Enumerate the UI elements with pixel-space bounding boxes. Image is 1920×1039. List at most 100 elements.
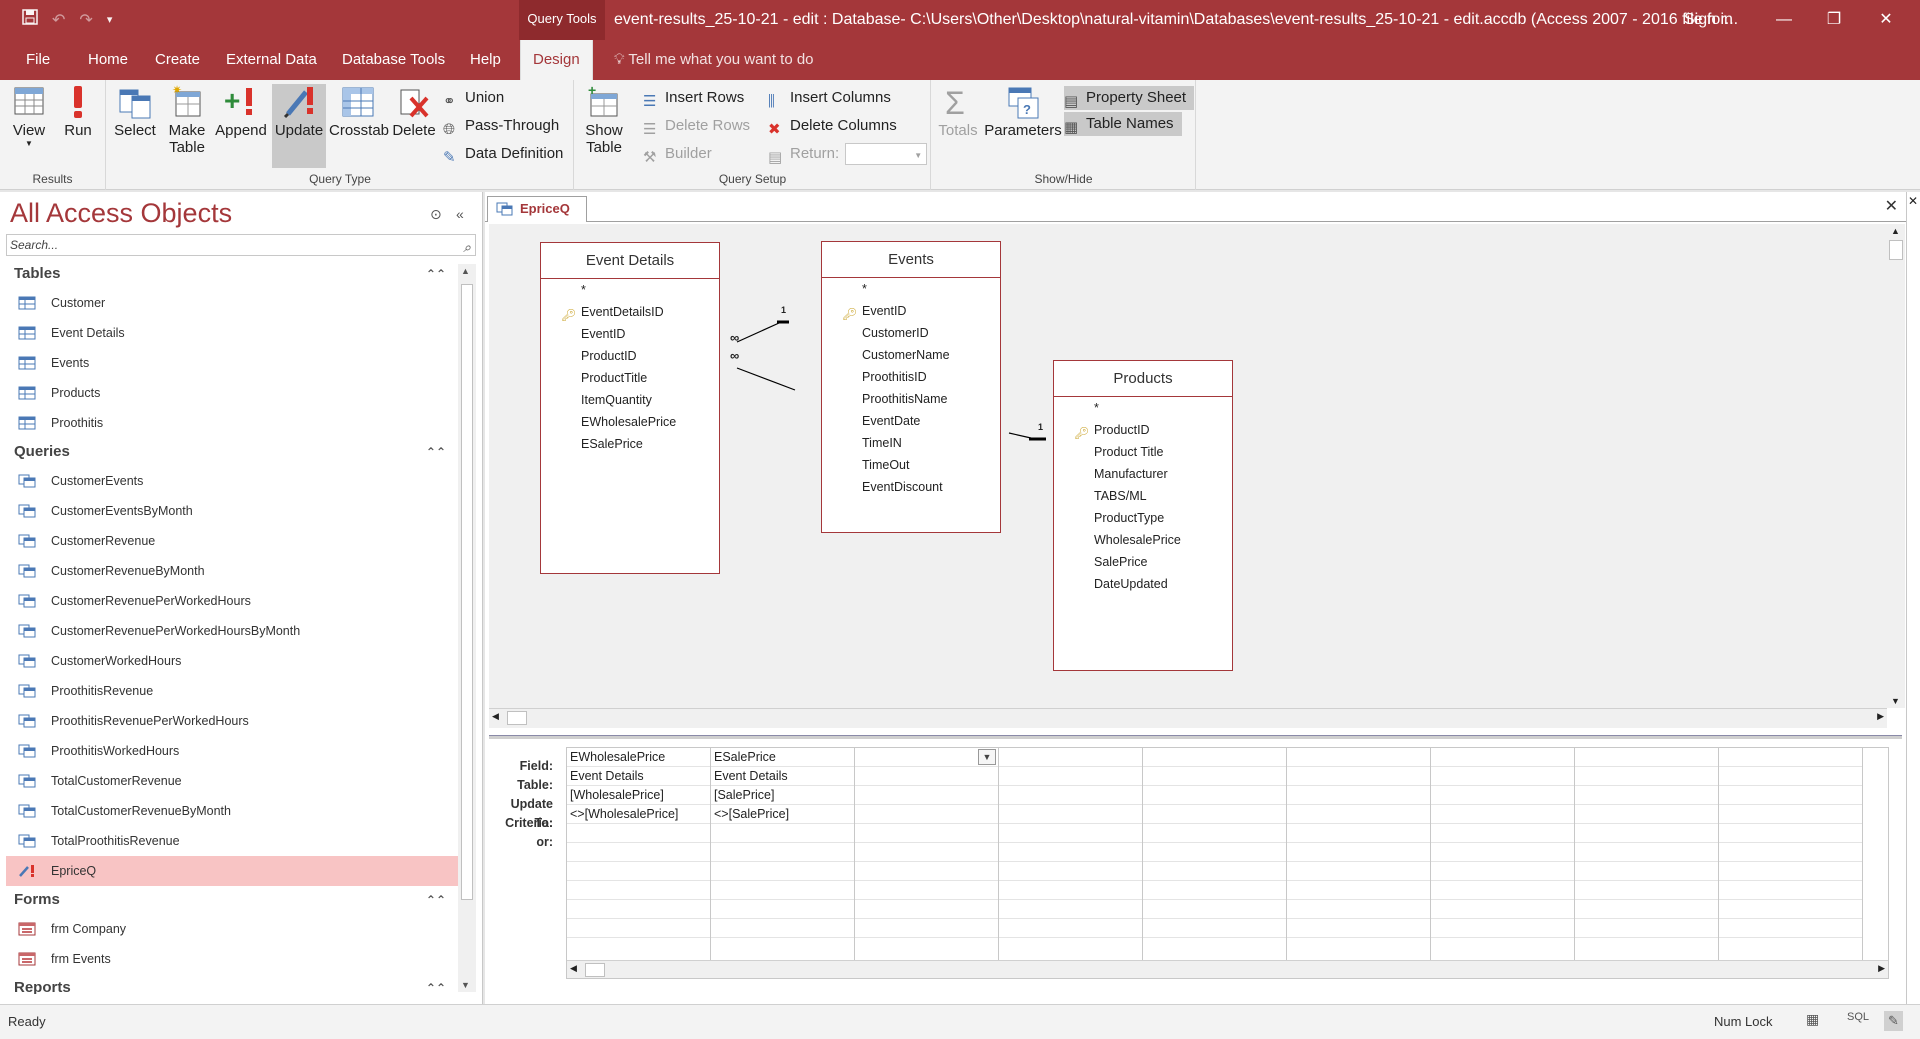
scroll-left-icon[interactable]: ◀ bbox=[492, 711, 499, 722]
nav-pane-title[interactable]: All Access Objects bbox=[10, 198, 232, 229]
qbe-cell-empty[interactable] bbox=[1287, 919, 1430, 938]
qbe-cell-empty[interactable] bbox=[855, 900, 998, 919]
sign-in-link[interactable]: Sign in bbox=[1684, 11, 1733, 29]
qbe-cell-table[interactable] bbox=[1431, 767, 1574, 786]
qbe-cell-or[interactable] bbox=[711, 824, 854, 843]
qbe-cell-empty[interactable] bbox=[1431, 862, 1574, 881]
property-sheet-button[interactable]: ▤ Property Sheet bbox=[1064, 86, 1195, 110]
qbe-cell-empty[interactable] bbox=[711, 900, 854, 919]
qbe-cell-table[interactable]: Event Details bbox=[711, 767, 854, 786]
qbe-cell-table[interactable]: Event Details bbox=[567, 767, 710, 786]
qbe-horizontal-scrollbar[interactable]: ◀ ▶ bbox=[567, 960, 1888, 978]
nav-item-querie[interactable]: CustomerWorkedHours bbox=[6, 646, 458, 676]
qbe-cell-empty[interactable] bbox=[1575, 862, 1718, 881]
make-table-button[interactable]: ✷ Make Table bbox=[163, 84, 211, 168]
qbe-cell-or[interactable] bbox=[1431, 824, 1574, 843]
scroll-up-icon[interactable]: ▲ bbox=[1891, 226, 1900, 236]
qbe-cell-criteria[interactable] bbox=[1431, 805, 1574, 824]
qbe-cell-field[interactable] bbox=[1575, 748, 1718, 767]
field-list-field[interactable]: SalePrice bbox=[1054, 551, 1232, 573]
qbe-cell-criteria[interactable] bbox=[1575, 805, 1718, 824]
field-list-field[interactable]: 🔑︎ EventID bbox=[822, 300, 1000, 322]
qbe-cell-empty[interactable] bbox=[855, 881, 998, 900]
qbe-cell-or[interactable] bbox=[1287, 824, 1430, 843]
field-list-field[interactable]: CustomerID bbox=[822, 322, 1000, 344]
qbe-cell-or[interactable] bbox=[1575, 824, 1718, 843]
scroll-right-icon[interactable]: ▶ bbox=[1878, 963, 1885, 974]
qbe-cell-update-to[interactable] bbox=[1431, 786, 1574, 805]
shutter-bar-close-icon[interactable]: « bbox=[456, 206, 464, 222]
insert-columns-button[interactable]: ⫼ Insert Columns bbox=[768, 86, 891, 110]
nav-item-table[interactable]: Event Details bbox=[6, 318, 458, 348]
qbe-cell-empty[interactable] bbox=[999, 881, 1142, 900]
field-list-event-details[interactable]: Event Details * 🔑︎ EventDetailsID EventID Pr… bbox=[540, 242, 720, 574]
field-list-products[interactable]: Products * 🔑︎ ProductID Product Title Manufa… bbox=[1053, 360, 1233, 671]
field-list-field[interactable]: ESalePrice bbox=[541, 433, 719, 455]
tab-design[interactable]: Design bbox=[520, 40, 593, 80]
design-hscroll-thumb[interactable] bbox=[507, 711, 527, 725]
qbe-cell-update-to[interactable]: [SalePrice] bbox=[711, 786, 854, 805]
nav-item-querie[interactable]: CustomerRevenuePerWorkedHours bbox=[6, 586, 458, 616]
qbe-cell-criteria[interactable] bbox=[1719, 805, 1862, 824]
qbe-cell-empty[interactable] bbox=[855, 862, 998, 881]
qbe-cell-empty[interactable] bbox=[1575, 919, 1718, 938]
qbe-hscroll-thumb[interactable] bbox=[585, 963, 605, 977]
field-list-field[interactable]: ProductType bbox=[1054, 507, 1232, 529]
qbe-cell-empty[interactable] bbox=[999, 900, 1142, 919]
nav-item-table[interactable]: Events bbox=[6, 348, 458, 378]
qbe-cell-update-to[interactable] bbox=[999, 786, 1142, 805]
field-list-field[interactable]: TimeOut bbox=[822, 454, 1000, 476]
qbe-cell-empty[interactable] bbox=[1575, 900, 1718, 919]
field-list-field[interactable]: ProothitisID bbox=[822, 366, 1000, 388]
nav-section-forms[interactable]: Forms ⌃⌃ bbox=[6, 886, 458, 914]
view-button[interactable]: View ▼ bbox=[6, 84, 52, 168]
qbe-cell-empty[interactable] bbox=[1287, 843, 1430, 862]
tab-database-tools[interactable]: Database Tools bbox=[330, 40, 457, 80]
qbe-cell-empty[interactable] bbox=[999, 862, 1142, 881]
qbe-cell-field[interactable] bbox=[1431, 748, 1574, 767]
document-tab-epriceq[interactable]: EpriceQ bbox=[487, 196, 587, 222]
field-list-title[interactable]: Products bbox=[1054, 361, 1232, 397]
field-list-field[interactable]: * bbox=[1054, 397, 1232, 419]
sql-view-button[interactable]: SQL bbox=[1847, 1011, 1869, 1023]
qbe-cell-empty[interactable] bbox=[999, 843, 1142, 862]
qbe-cell-empty[interactable] bbox=[1575, 881, 1718, 900]
qbe-cell-empty[interactable] bbox=[1143, 862, 1286, 881]
nav-item-querie[interactable]: TotalCustomerRevenue bbox=[6, 766, 458, 796]
qbe-cell-empty[interactable] bbox=[1431, 919, 1574, 938]
qbe-cell-criteria[interactable]: <>[WholesalePrice] bbox=[567, 805, 710, 824]
parameters-button[interactable]: ? Parameters bbox=[984, 84, 1062, 168]
qbe-cell-empty[interactable] bbox=[1431, 900, 1574, 919]
qbe-cell-empty[interactable] bbox=[1287, 862, 1430, 881]
customize-qat-icon[interactable]: ▾ bbox=[107, 13, 113, 26]
qbe-cell-criteria[interactable] bbox=[855, 805, 998, 824]
qbe-cell-or[interactable] bbox=[1143, 824, 1286, 843]
nav-item-querie[interactable]: ProothitisRevenuePerWorkedHours bbox=[6, 706, 458, 736]
qbe-cell-table[interactable] bbox=[999, 767, 1142, 786]
qbe-cell-field[interactable] bbox=[1143, 748, 1286, 767]
qbe-cell-empty[interactable] bbox=[711, 843, 854, 862]
nav-scrollbar-thumb[interactable] bbox=[461, 284, 473, 900]
append-button[interactable]: + Append bbox=[213, 84, 269, 168]
field-list-field[interactable]: EventID bbox=[541, 323, 719, 345]
delete-columns-button[interactable]: ✖ Delete Columns bbox=[768, 114, 897, 138]
qbe-cell-criteria[interactable]: <>[SalePrice] bbox=[711, 805, 854, 824]
qbe-cell-field[interactable]: ▼ bbox=[855, 748, 998, 767]
qbe-cell-field[interactable]: EWholesalePrice bbox=[567, 748, 710, 767]
qbe-cell-empty[interactable] bbox=[1719, 862, 1862, 881]
nav-item-form[interactable]: frm Company bbox=[6, 914, 458, 944]
qbe-cell-empty[interactable] bbox=[1719, 919, 1862, 938]
nav-menu-dropdown-icon[interactable]: ⊙ bbox=[430, 206, 442, 223]
tab-file[interactable]: File bbox=[14, 40, 62, 80]
qbe-cell-empty[interactable] bbox=[567, 862, 710, 881]
qbe-cell-table[interactable] bbox=[1143, 767, 1286, 786]
qbe-cell-field[interactable] bbox=[999, 748, 1142, 767]
union-button[interactable]: ⚭ Union bbox=[443, 86, 504, 110]
scroll-right-icon[interactable]: ▶ bbox=[1877, 711, 1884, 722]
field-list-field[interactable]: 🔑︎ EventDetailsID bbox=[541, 301, 719, 323]
nav-item-table[interactable]: Customer bbox=[6, 288, 458, 318]
nav-item-querie[interactable]: ProothitisRevenue bbox=[6, 676, 458, 706]
qbe-cell-table[interactable] bbox=[1575, 767, 1718, 786]
qbe-cell-empty[interactable] bbox=[711, 862, 854, 881]
show-table-button[interactable]: + Show Table bbox=[579, 84, 629, 168]
